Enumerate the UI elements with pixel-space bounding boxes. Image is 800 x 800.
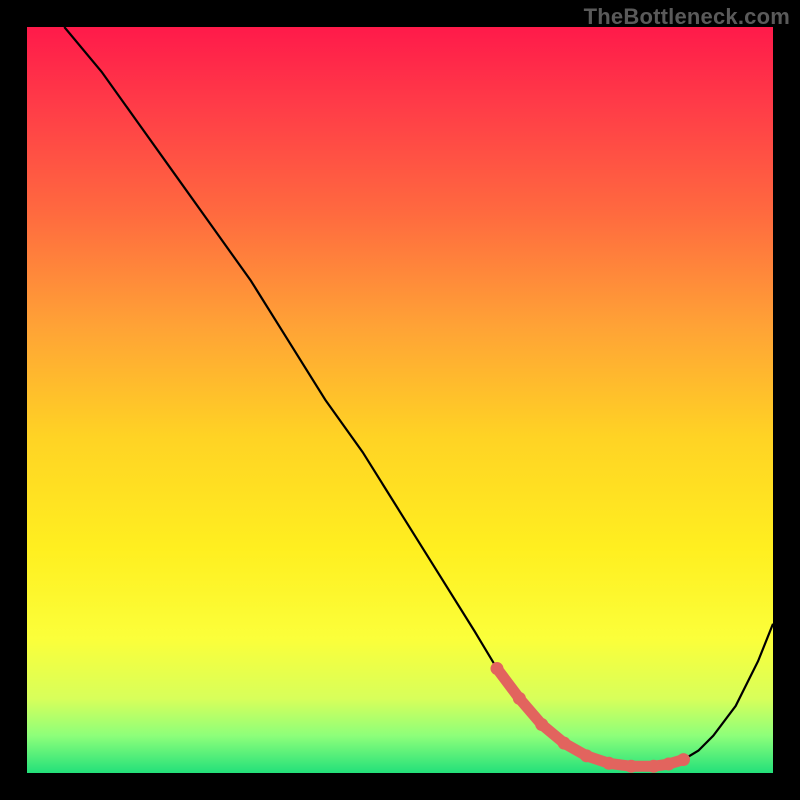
chart-svg xyxy=(27,27,773,773)
gradient-background xyxy=(27,27,773,773)
marker-dot xyxy=(662,758,675,771)
marker-dot xyxy=(580,749,593,762)
plot-area xyxy=(27,27,773,773)
marker-dot xyxy=(558,737,571,750)
marker-dot xyxy=(625,760,638,773)
marker-dot xyxy=(535,718,548,731)
marker-dot xyxy=(677,753,690,766)
chart-frame: TheBottleneck.com xyxy=(0,0,800,800)
marker-dot xyxy=(513,692,526,705)
marker-dot xyxy=(647,760,660,773)
marker-dot xyxy=(490,662,503,675)
marker-dot xyxy=(602,757,615,770)
